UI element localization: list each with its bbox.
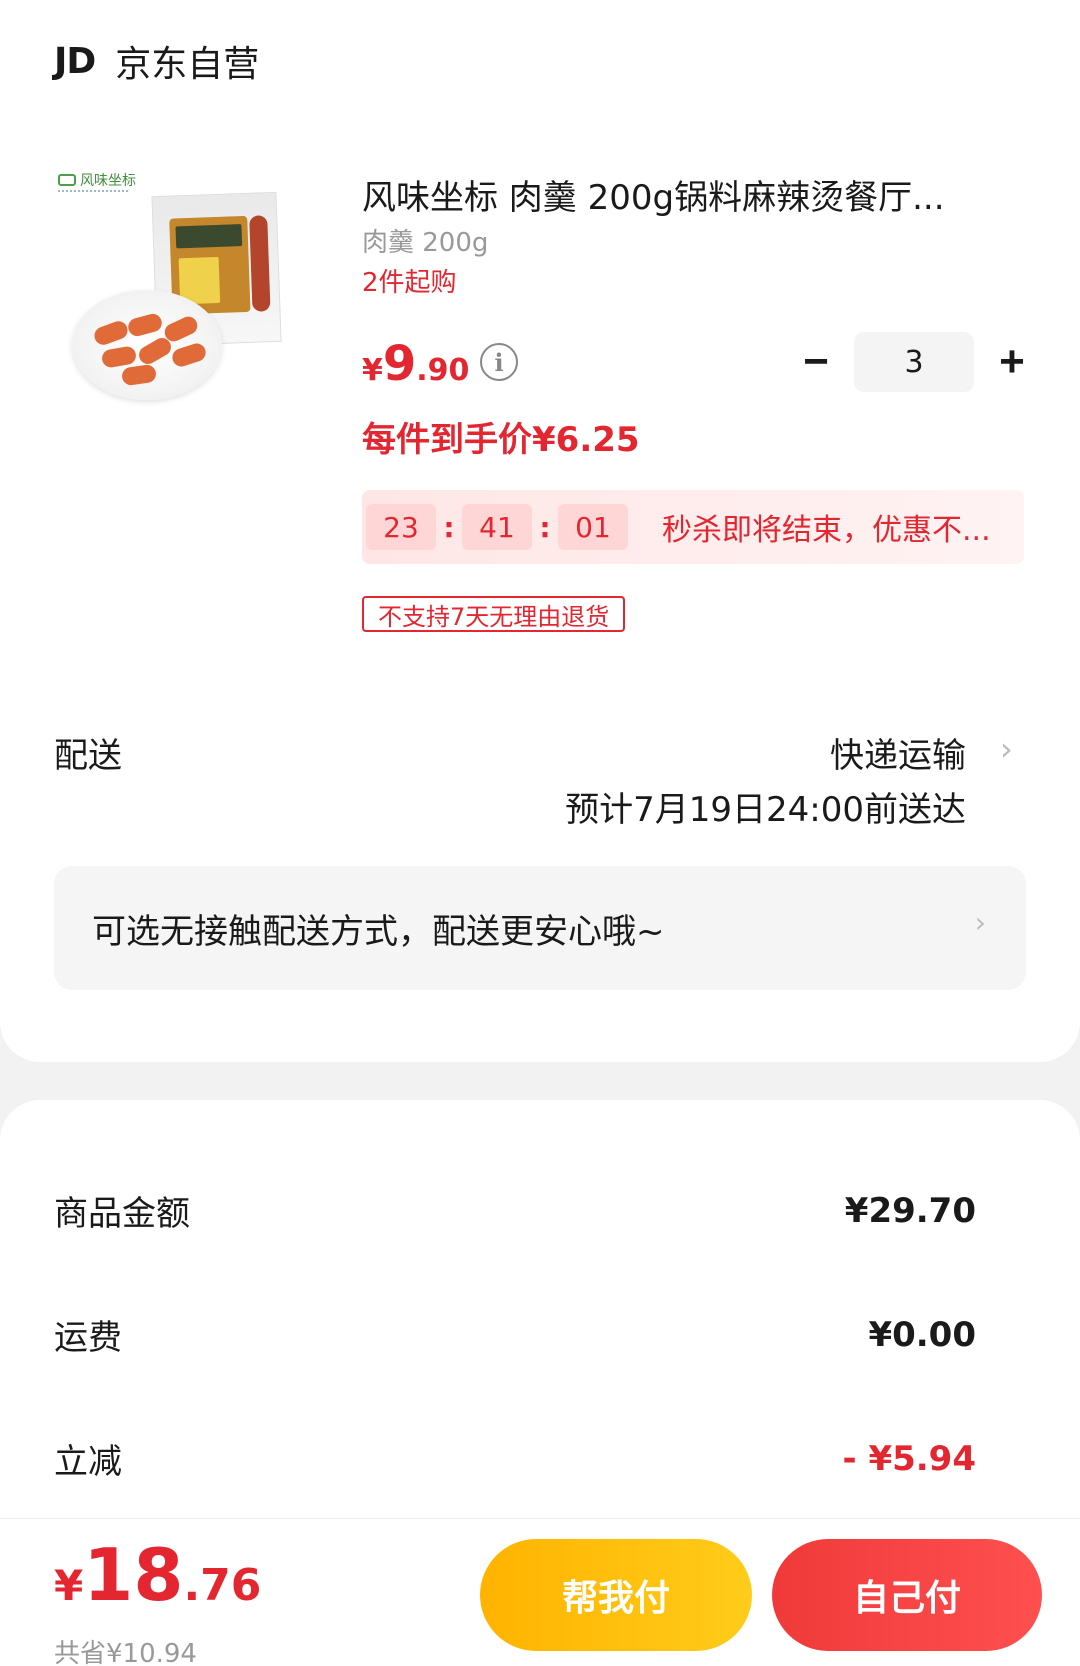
goods-amount-row: 商品金额 ¥29.70 [54, 1186, 976, 1235]
product-title[interactable]: 风味坐标 肉羹 200g锅料麻辣烫餐厅... [362, 170, 1022, 219]
countdown-hours: 23 [366, 504, 436, 550]
price-decimal: .90 [416, 353, 470, 388]
checkout-page: JD 京东自营 风味坐标 风味坐标 肉羹 200g锅料麻辣烫餐厅... 肉羹 2… [0, 0, 1080, 1666]
return-policy-badge: 不支持7天无理由退货 [362, 596, 626, 632]
product-spec[interactable]: 肉羹 200g [362, 222, 488, 259]
food-piece [120, 363, 158, 387]
product-image[interactable]: 风味坐标 [54, 160, 299, 430]
goods-amount-label: 商品金额 [54, 1194, 190, 1234]
delivery-method[interactable]: 快递运输 [830, 728, 966, 777]
quantity-input[interactable]: 3 [854, 332, 974, 392]
delivery-label: 配送 [54, 736, 122, 776]
brand-logo: 风味坐标 [58, 170, 136, 190]
flash-sale-text: 秒杀即将结束，优惠不... [662, 513, 991, 548]
chevron-right-icon[interactable]: › [1000, 730, 1013, 768]
shipping-fee-row: 运费 ¥0.00 [54, 1310, 976, 1359]
brand-tagline [58, 190, 128, 194]
countdown-separator: : [443, 510, 455, 544]
amount-summary-card: 商品金额 ¥29.70 运费 ¥0.00 立减 - ¥5.94 [0, 1100, 1080, 1520]
shop-header: JD 京东自营 [54, 36, 259, 86]
info-circle-icon[interactable]: i [480, 343, 518, 381]
leaf-icon [58, 174, 76, 186]
per-item-final-price: 每件到手价¥6.25 [362, 420, 640, 460]
total-decimal: .76 [183, 1560, 262, 1611]
jd-logo: JD [54, 40, 96, 82]
contactless-delivery-text: 可选无接触配送方式，配送更安心哦~ [92, 911, 665, 952]
min-purchase-note: 2件起购 [362, 268, 457, 298]
shipping-fee-value: ¥0.00 [868, 1314, 976, 1355]
package-window [249, 215, 271, 312]
food-piece [126, 311, 164, 339]
food-plate [72, 290, 222, 400]
food-piece [170, 341, 208, 369]
discount-row: 立减 - ¥5.94 [54, 1434, 976, 1483]
price-currency: ¥ [362, 353, 383, 388]
quantity-stepper: − 3 + [786, 332, 1042, 392]
chevron-right-icon: › [974, 906, 986, 939]
price-integer: 9 [382, 336, 417, 392]
countdown-separator: : [539, 510, 551, 544]
brand-logo-text: 风味坐标 [80, 173, 136, 189]
goods-amount-value: ¥29.70 [844, 1190, 976, 1231]
food-piece [91, 318, 131, 348]
total-integer: 18 [83, 1533, 184, 1617]
decrease-quantity-button[interactable]: − [786, 332, 846, 392]
delivery-eta: 预计7月19日24:00前送达 [565, 790, 966, 830]
total-price: ¥ 18 .76 [54, 1533, 261, 1617]
shipping-fee-label: 运费 [54, 1318, 122, 1358]
unit-price: ¥ 9 .90 [362, 336, 469, 392]
order-card: JD 京东自营 风味坐标 风味坐标 肉羹 200g锅料麻辣烫餐厅... 肉羹 2… [0, 0, 1080, 1062]
total-currency: ¥ [54, 1561, 84, 1610]
countdown-seconds: 01 [558, 504, 628, 550]
countdown-minutes: 41 [462, 504, 532, 550]
discount-label: 立减 [54, 1442, 122, 1482]
help-me-pay-button[interactable]: 帮我付 [480, 1539, 752, 1651]
food-piece [100, 345, 138, 369]
total-saved: 共省¥10.94 [54, 1639, 197, 1666]
pay-myself-button[interactable]: 自己付 [772, 1539, 1042, 1651]
flash-sale-bar: 23 : 41 : 01 秒杀即将结束，优惠不... [362, 490, 1024, 564]
discount-value: - ¥5.94 [842, 1438, 977, 1479]
increase-quantity-button[interactable]: + [982, 332, 1042, 392]
checkout-bar: ¥ 18 .76 共省¥10.94 帮我付 自己付 [0, 1518, 1080, 1666]
contactless-delivery-option[interactable]: 可选无接触配送方式，配送更安心哦~ › [54, 866, 1026, 990]
shop-name: 京东自营 [115, 44, 260, 85]
